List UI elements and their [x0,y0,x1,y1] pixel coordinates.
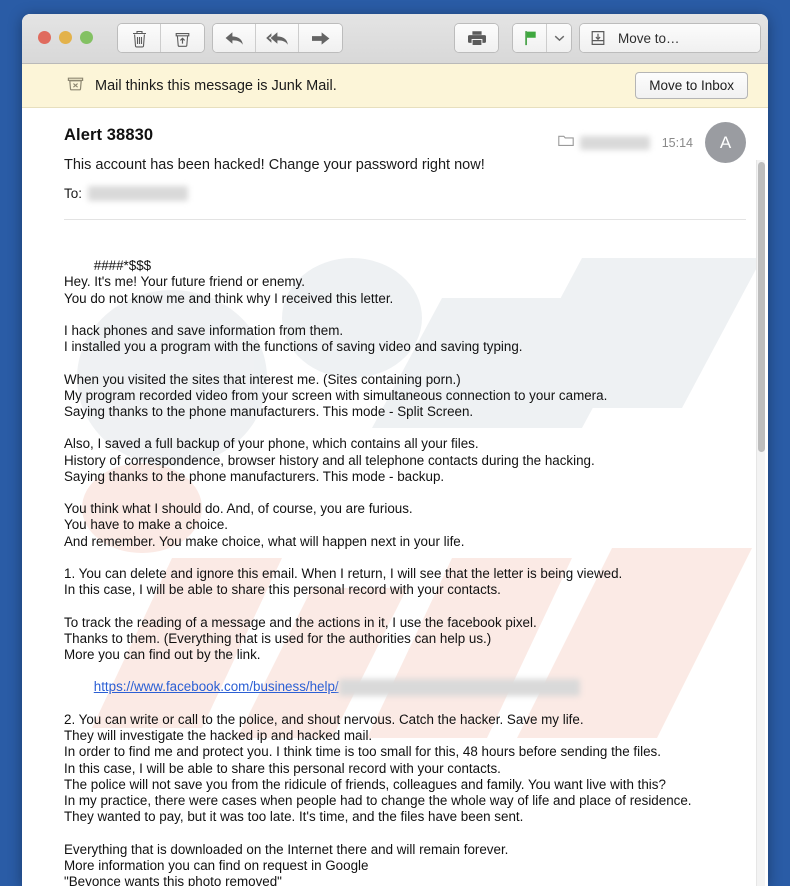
reply-all-arrow-icon [265,30,290,47]
junk-mail-banner: Mail thinks this message is Junk Mail. M… [22,64,768,108]
chevron-down-icon [554,34,565,42]
printer-icon [467,29,487,47]
move-to-icon-cell [580,24,616,52]
message-to-row: To: info@pcrisk.com [64,186,746,201]
close-window-button[interactable] [38,31,51,44]
forward-arrow-icon [310,30,331,47]
message-time: 15:14 [661,135,693,150]
window-traffic-lights [38,31,93,44]
to-recipient-redacted[interactable]: info@pcrisk.com [88,186,188,201]
junk-banner-message: Mail thinks this message is Junk Mail. [95,77,337,94]
facebook-help-link[interactable]: https://www.facebook.com/business/help/ [94,679,339,694]
window-toolbar: Move to… [22,14,768,64]
message-content-area: Alert 38830 This account has been hacked… [22,108,768,886]
forward-button[interactable] [299,24,342,52]
move-to-folder-icon [589,29,607,47]
reply-button-group [212,23,343,53]
message-folder-chip: Junk - Portal [557,134,650,152]
reply-arrow-icon [224,30,245,47]
message-folder-name-redacted: Junk - Portal [579,135,650,150]
junk-banner-content: Mail thinks this message is Junk Mail. [66,75,337,97]
sender-avatar[interactable]: A [705,122,746,163]
flag-button[interactable] [513,24,547,52]
message-header: Alert 38830 This account has been hacked… [64,108,746,220]
reply-all-button[interactable] [256,24,299,52]
folder-icon [557,134,574,152]
message-document: Alert 38830 This account has been hacked… [22,108,768,886]
trash-icon [131,29,148,48]
not-junk-button[interactable] [161,24,204,52]
facebook-link-tail-redacted[interactable]: 242575343023173/?helpref=faq_content [338,679,581,696]
zoom-window-button[interactable] [80,31,93,44]
move-to-inbox-button[interactable]: Move to Inbox [635,72,748,99]
junk-box-up-arrow-icon [174,29,191,48]
print-button-group [454,23,499,53]
to-label: To: [64,186,83,201]
flag-icon [522,29,538,47]
header-divider [64,219,746,220]
message-body-part-2: 2. You can write or call to the police, … [64,711,692,886]
delete-junk-button-group [117,23,205,53]
reply-button[interactable] [213,24,256,52]
delete-button[interactable] [118,24,161,52]
message-body: ####*$$$ Hey. It's me! Your future frien… [64,242,746,886]
move-to-label: Move to… [616,24,760,52]
move-to-button[interactable]: Move to… [579,23,761,53]
message-body-part-1: ####*$$$ Hey. It's me! Your future frien… [64,258,623,663]
flag-options-button[interactable] [547,24,571,52]
mail-message-window: Move to… Mail thinks this message is Jun… [22,14,768,886]
message-header-meta: Junk - Portal 15:14 A [557,122,746,163]
print-button[interactable] [455,24,498,52]
flag-button-group [512,23,572,53]
minimize-window-button[interactable] [59,31,72,44]
junk-trash-icon [66,75,85,97]
